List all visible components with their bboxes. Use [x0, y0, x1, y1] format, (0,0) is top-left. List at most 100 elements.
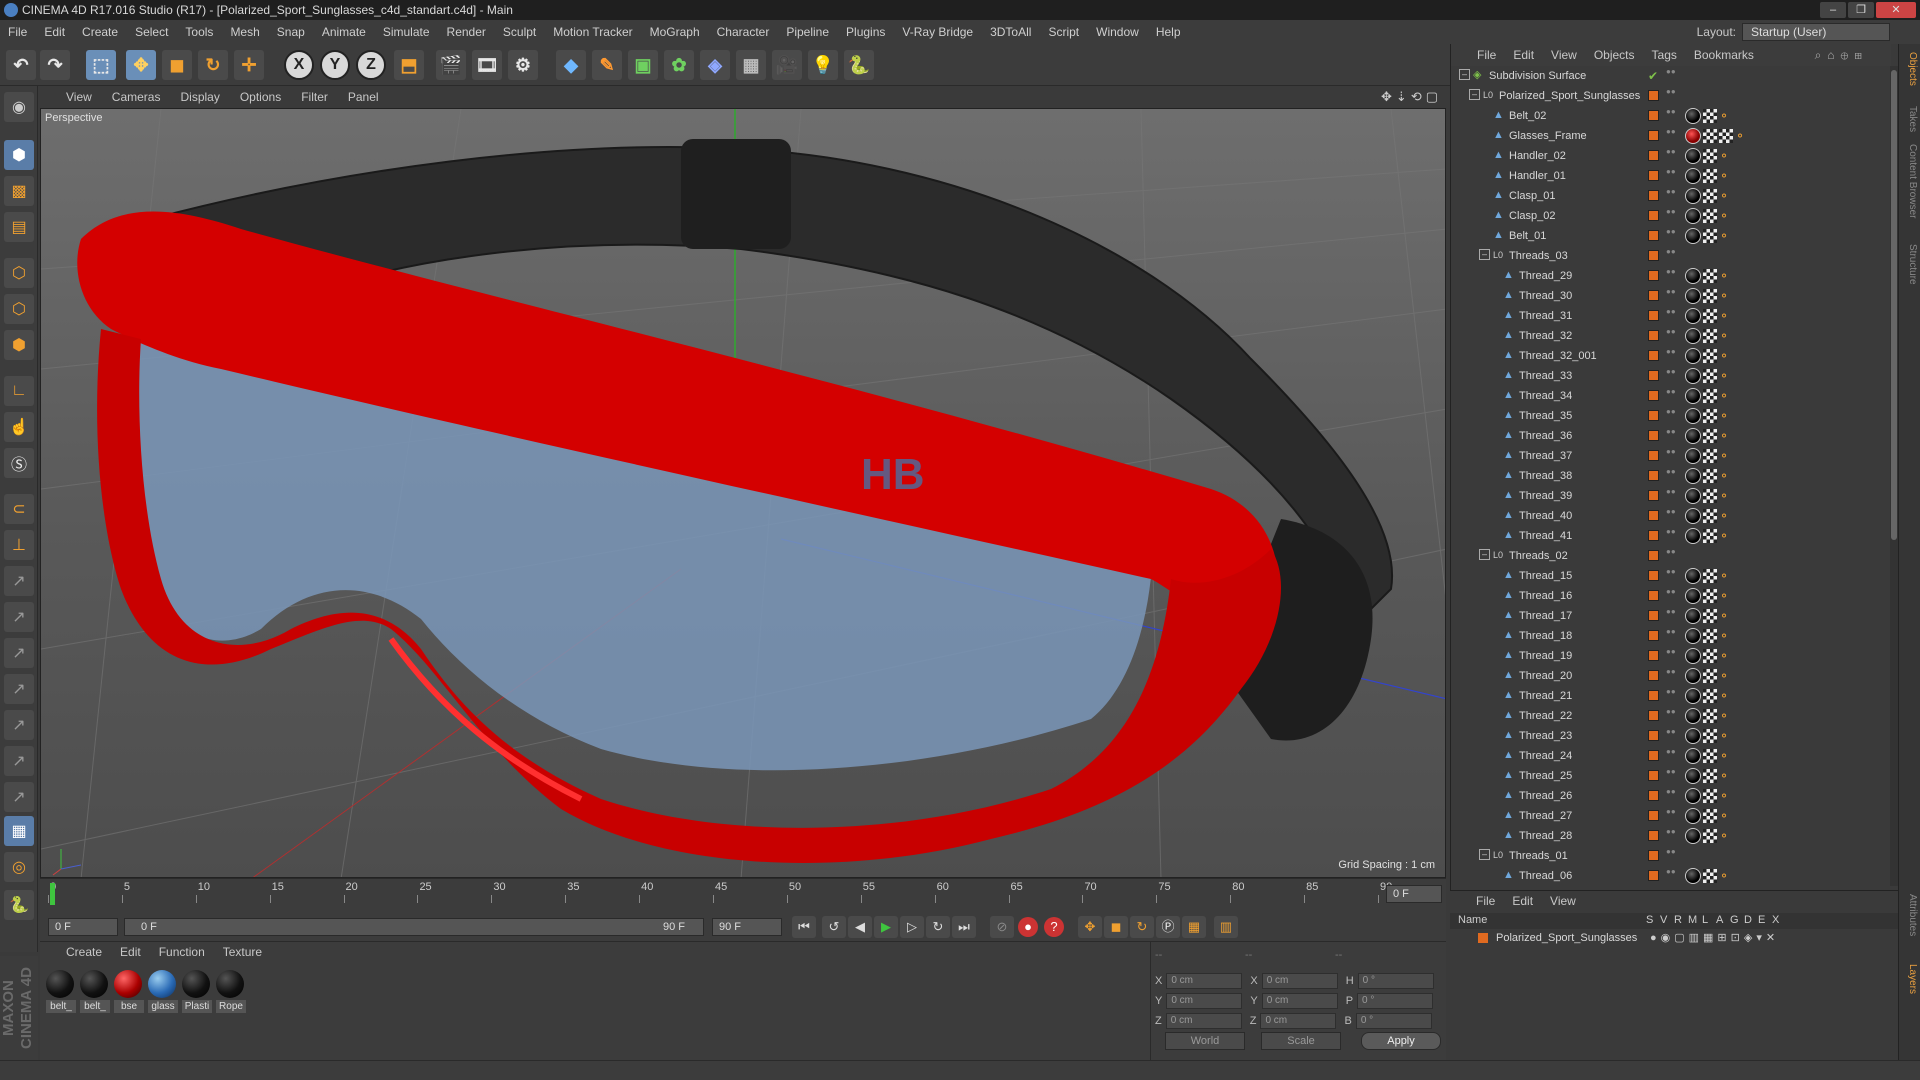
scrollbar-thumb[interactable] [1891, 70, 1897, 540]
perspective-viewport[interactable]: HB Perspective Grid Spacing : 1 cm [40, 108, 1446, 878]
phong-tag-icon[interactable]: ⚬ [1719, 529, 1733, 543]
phong-tag-icon[interactable]: ⚬ [1719, 669, 1733, 683]
model-mode-icon[interactable]: ⬢ [4, 140, 34, 170]
phong-tag-icon[interactable]: ⚬ [1719, 769, 1733, 783]
visibility-dots-icon[interactable]: ●● [1666, 228, 1676, 243]
record-off-icon[interactable]: ⊘ [990, 916, 1014, 938]
layer-column-header[interactable]: A [1716, 914, 1723, 926]
camera-icon[interactable]: 🎥 [772, 50, 802, 80]
uvw-tag-icon[interactable] [1703, 569, 1717, 583]
material-tag-icon[interactable] [1685, 648, 1701, 664]
uvw-tag-icon[interactable] [1703, 469, 1717, 483]
material-tag-icon[interactable] [1685, 808, 1701, 824]
object-row[interactable]: – L0 Threads_02 ●● [1451, 546, 1886, 566]
visibility-dots-icon[interactable]: ●● [1666, 328, 1676, 343]
world-dropdown[interactable]: World [1165, 1032, 1245, 1050]
uvw-tag-icon[interactable] [1703, 709, 1717, 723]
key-scale-icon[interactable]: ◼ [1104, 916, 1128, 938]
menu-script[interactable]: Script [1048, 25, 1079, 39]
tab-structure[interactable]: Structure [1902, 244, 1918, 285]
render-to-picture-viewer-icon[interactable]: 🎞 [472, 50, 502, 80]
material-tag-icon[interactable] [1685, 828, 1701, 844]
layer-menu-file[interactable]: File [1476, 894, 1495, 908]
menu-help[interactable]: Help [1156, 25, 1181, 39]
uvw-tag-icon[interactable] [1703, 229, 1717, 243]
object-row[interactable]: ▲ Thread_40 ●● ⚬ [1451, 506, 1886, 526]
visibility-dots-icon[interactable]: ●● [1666, 668, 1676, 683]
phong-tag-icon[interactable]: ⚬ [1719, 349, 1733, 363]
material-tag-icon[interactable] [1685, 268, 1701, 284]
phong-tag-icon[interactable]: ⚬ [1719, 209, 1733, 223]
menu-3dtoall[interactable]: 3DToAll [990, 25, 1031, 39]
object-row[interactable]: ▲ Belt_02 ●● ⚬ [1451, 106, 1886, 126]
object-row[interactable]: ▲ Thread_19 ●● ⚬ [1451, 646, 1886, 666]
polygons-mode-icon[interactable]: ⬢ [4, 330, 34, 360]
object-row[interactable]: – L0 Polarized_Sport_Sunglasses ●● [1451, 86, 1886, 106]
object-row[interactable]: ▲ Thread_37 ●● ⚬ [1451, 446, 1886, 466]
uvw-tag-icon[interactable] [1703, 409, 1717, 423]
visibility-dots-icon[interactable]: ●● [1666, 548, 1676, 563]
material-tag-icon[interactable] [1685, 868, 1701, 884]
size-z-field[interactable]: 0 cm [1260, 1013, 1337, 1029]
phong-tag-icon[interactable]: ⚬ [1719, 649, 1733, 663]
uvw-tag-icon[interactable] [1719, 129, 1733, 143]
axis-mode-icon[interactable]: ∟ [4, 376, 34, 406]
transform-icon[interactable]: ✛ [234, 50, 264, 80]
layer-color-icon[interactable] [1648, 490, 1659, 501]
menu-plugins[interactable]: Plugins [846, 25, 885, 39]
render-settings-icon[interactable]: ⚙ [508, 50, 538, 80]
uvw-tag-icon[interactable] [1703, 149, 1717, 163]
material-tag-icon[interactable] [1685, 588, 1701, 604]
layer-color-icon[interactable] [1648, 410, 1659, 421]
points-mode-icon[interactable]: ⬡ [4, 258, 34, 288]
phong-tag-icon[interactable]: ⚬ [1719, 629, 1733, 643]
playhead-marker[interactable] [50, 883, 55, 905]
phong-tag-icon[interactable]: ⚬ [1719, 869, 1733, 883]
material-tag-icon[interactable] [1685, 328, 1701, 344]
uvw-tag-icon[interactable] [1703, 289, 1717, 303]
layer-row[interactable]: Polarized_Sport_Sunglasses ●◉▢▥▦⊞⊡◈▾✕ [1450, 929, 1898, 947]
object-row[interactable]: ▲ Thread_15 ●● ⚬ [1451, 566, 1886, 586]
material-tag-icon[interactable] [1685, 108, 1701, 124]
object-row[interactable]: ▲ Thread_23 ●● ⚬ [1451, 726, 1886, 746]
object-row[interactable]: ▲ Thread_24 ●● ⚬ [1451, 746, 1886, 766]
rotation-p-field[interactable]: 0 ° [1357, 993, 1434, 1009]
uvw-tag-icon[interactable] [1703, 369, 1717, 383]
uvw-tag-icon[interactable] [1703, 689, 1717, 703]
layer-color-icon[interactable] [1648, 230, 1659, 241]
phong-tag-icon[interactable]: ⚬ [1719, 189, 1733, 203]
go-to-end-icon[interactable]: ⏭ [952, 916, 976, 938]
object-row[interactable]: ▲ Belt_01 ●● ⚬ [1451, 226, 1886, 246]
visibility-dots-icon[interactable]: ●● [1666, 368, 1676, 383]
object-row[interactable]: ▲ Thread_33 ●● ⚬ [1451, 366, 1886, 386]
previous-frame-icon[interactable]: ◀ [848, 916, 872, 938]
layer-color-icon[interactable] [1648, 570, 1659, 581]
material-tag-icon[interactable] [1685, 488, 1701, 504]
brush-flatten-icon[interactable]: ↗ [4, 782, 34, 812]
size-y-field[interactable]: 0 cm [1261, 993, 1338, 1009]
uvw-tag-icon[interactable] [1703, 189, 1717, 203]
material-tag-icon[interactable] [1685, 728, 1701, 744]
objmgr-menu-bookmarks[interactable]: Bookmarks [1694, 48, 1754, 62]
layer-color-icon[interactable] [1648, 370, 1659, 381]
phong-tag-icon[interactable]: ⚬ [1719, 309, 1733, 323]
phong-tag-icon[interactable]: ⚬ [1719, 329, 1733, 343]
menu-vray-bridge[interactable]: V-Ray Bridge [902, 25, 973, 39]
uvw-tag-icon[interactable] [1703, 329, 1717, 343]
material-menu-texture[interactable]: Texture [223, 945, 262, 959]
light-icon[interactable]: 💡 [808, 50, 838, 80]
key-position-icon[interactable]: ✥ [1078, 916, 1102, 938]
object-row[interactable]: ▲ Clasp_02 ●● ⚬ [1451, 206, 1886, 226]
visibility-dots-icon[interactable]: ●● [1666, 828, 1676, 843]
object-row[interactable]: ▲ Thread_21 ●● ⚬ [1451, 686, 1886, 706]
visibility-dots-icon[interactable]: ●● [1666, 348, 1676, 363]
layer-color-icon[interactable] [1648, 150, 1659, 161]
uvw-tag-icon[interactable] [1703, 589, 1717, 603]
uvw-tag-icon[interactable] [1703, 349, 1717, 363]
layer-color-icon[interactable] [1648, 110, 1659, 121]
play-icon[interactable]: ▶ [874, 916, 898, 938]
layer-color-icon[interactable] [1648, 590, 1659, 601]
visibility-dots-icon[interactable]: ●● [1666, 648, 1676, 663]
rotate-icon[interactable]: ↻ [198, 50, 228, 80]
phong-tag-icon[interactable]: ⚬ [1719, 689, 1733, 703]
